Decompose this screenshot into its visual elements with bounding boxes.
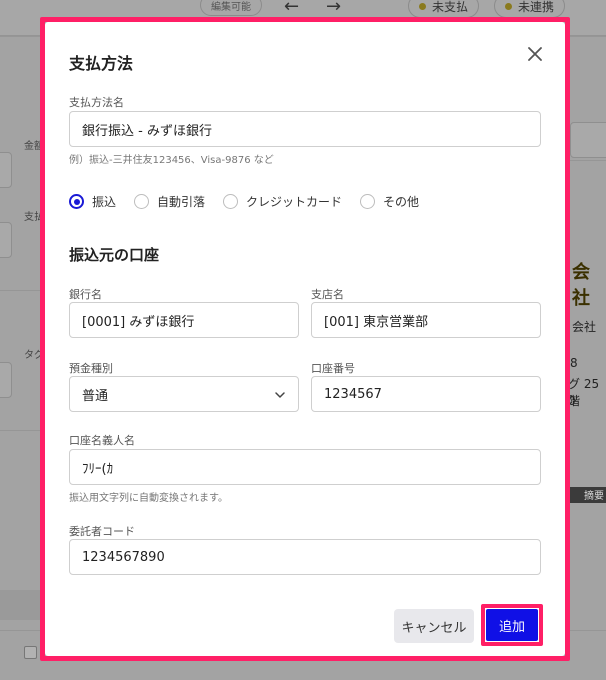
close-button[interactable] (523, 42, 547, 66)
radio-auto-debit[interactable]: 自動引落 (134, 193, 205, 210)
background-forward-arrow: → (326, 0, 342, 17)
radio-label: 振込 (92, 195, 117, 209)
background-table-header: 摘要 (568, 487, 606, 503)
account-holder-label: 口座名義人名 (69, 434, 135, 447)
method-name-input[interactable]: 銀行振込 - みずほ銀行 (69, 111, 541, 147)
radio-checked-icon (69, 194, 84, 209)
status-dot-icon (505, 2, 512, 10)
branch-name-input[interactable]: [001] 東京営業部 (311, 302, 541, 338)
radio-label: クレジットカード (246, 195, 343, 209)
background-label-tag: タグ (24, 350, 44, 361)
method-name-hint: 例）振込-三井住友123456、Visa-9876 など (69, 155, 274, 166)
background-panel (0, 590, 42, 620)
radio-credit-card[interactable]: クレジットカード (223, 193, 342, 210)
account-holder-hint: 振込用文字列に自動変換されます。 (69, 493, 228, 504)
client-code-label: 委託者コード (69, 525, 135, 538)
radio-label: 自動引落 (157, 195, 206, 209)
background-field (0, 362, 12, 398)
branch-name-label: 支店名 (311, 288, 344, 301)
add-button-highlight: 追加 (481, 604, 543, 646)
chevron-down-icon (275, 392, 285, 398)
background-label-amount: 金額 (24, 141, 44, 152)
method-name-label: 支払方法名 (69, 96, 124, 109)
background-divider (570, 160, 606, 161)
background-status-unpaid: 未支払 (408, 0, 480, 18)
background-divider (0, 290, 45, 291)
account-number-label: 口座番号 (311, 362, 355, 375)
background-divider (0, 630, 45, 631)
source-account-section-title: 振込元の口座 (69, 246, 160, 264)
background-field (570, 122, 606, 158)
add-button[interactable]: 追加 (486, 609, 538, 641)
background-text: 0 (568, 394, 576, 408)
account-type-value: 普通 (82, 388, 109, 404)
background-status-unlinked: 未連携 (494, 0, 566, 18)
radio-transfer[interactable]: 振込 (69, 193, 116, 210)
account-type-label: 預金種別 (69, 362, 113, 375)
radio-unchecked-icon (134, 194, 150, 209)
background-text: 8 (570, 356, 578, 370)
background-field (0, 222, 12, 258)
radio-label: その他 (383, 195, 420, 209)
status-unlinked-label: 未連携 (518, 0, 555, 14)
dialog-title: 支払方法 (69, 54, 134, 73)
account-type-select[interactable]: 普通 (69, 376, 299, 412)
close-icon (528, 47, 542, 61)
status-dot-icon (419, 2, 426, 10)
account-holder-input[interactable]: ﾌﾘｰ(ｶ (69, 449, 541, 485)
background-company-heading: 会社 (572, 262, 590, 309)
background-edit-badge: 編集可能 (200, 0, 262, 16)
bank-name-label: 銀行名 (69, 288, 102, 301)
radio-unchecked-icon (360, 194, 376, 209)
background-field (0, 152, 12, 188)
payment-type-radio-group: 振込 自動引落 クレジットカード その他 (69, 193, 437, 210)
cancel-button[interactable]: キャンセル (394, 609, 474, 643)
background-divider (570, 630, 606, 631)
background-checkbox (24, 646, 37, 659)
background-label-payment: 支払 (24, 212, 44, 223)
background-divider (0, 430, 45, 431)
background-text: 会社 (572, 320, 597, 334)
client-code-input[interactable]: 1234567890 (69, 539, 541, 575)
account-number-input[interactable]: 1234567 (311, 376, 541, 412)
background-back-arrow: ← (284, 0, 300, 17)
radio-unchecked-icon (223, 194, 239, 209)
status-unpaid-label: 未支払 (432, 0, 469, 14)
radio-other[interactable]: その他 (360, 193, 419, 210)
payment-method-dialog: 支払方法 支払方法名 銀行振込 - みずほ銀行 例）振込-三井住友123456、… (45, 22, 565, 656)
bank-name-input[interactable]: [0001] みずほ銀行 (69, 302, 299, 338)
